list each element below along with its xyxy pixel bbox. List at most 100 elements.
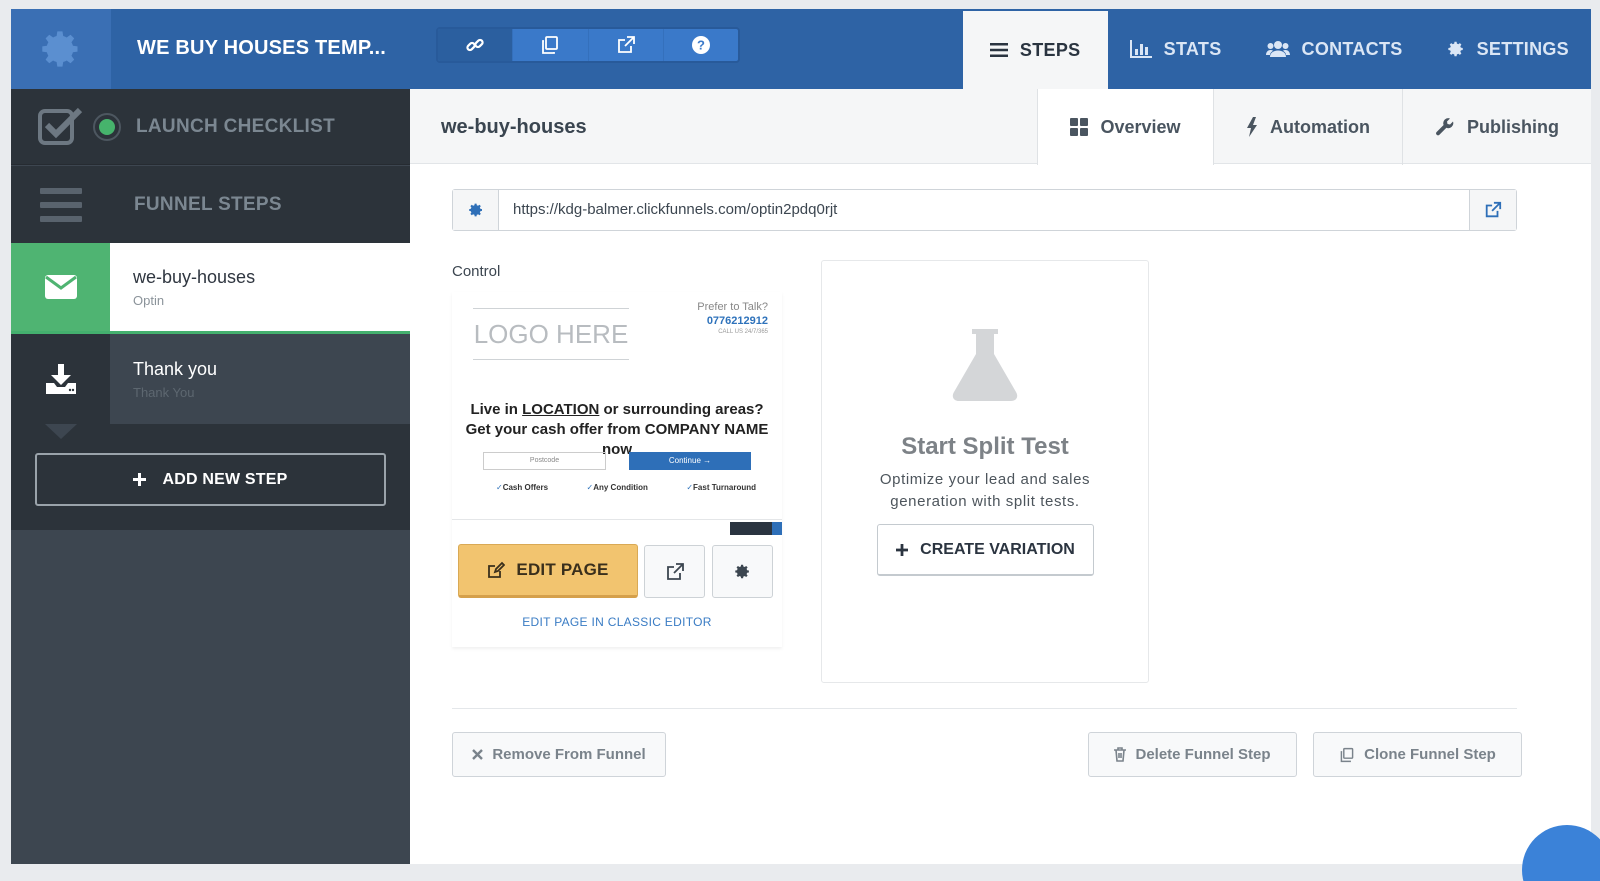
- divider: [452, 708, 1517, 709]
- create-variation-button[interactable]: CREATE VARIATION: [877, 524, 1094, 576]
- open-url-button[interactable]: [1469, 190, 1516, 230]
- sidebar-step-thank-you[interactable]: Thank you Thank You: [11, 334, 410, 424]
- tab-contacts[interactable]: CONTACTS: [1244, 9, 1425, 89]
- url-settings-button[interactable]: [453, 190, 499, 230]
- edit-page-button[interactable]: EDIT PAGE: [458, 544, 638, 598]
- preview-call-note: CALL US 24/7/365: [718, 329, 768, 335]
- step-icon-box: [11, 334, 110, 424]
- help-icon: ?: [691, 36, 710, 54]
- split-test-card: Start Split Test Optimize your lead and …: [821, 260, 1149, 683]
- open-funnel-button[interactable]: [587, 29, 663, 61]
- tab-settings[interactable]: SETTINGS: [1425, 9, 1591, 89]
- users-icon: [1265, 41, 1290, 57]
- preview-features: Cash Offers Any Condition Fast Turnaroun…: [496, 483, 756, 492]
- main-content: we-buy-houses Overview Automation Publis…: [410, 89, 1591, 864]
- plus-icon: [896, 543, 909, 556]
- split-test-desc-line: Optimize your lead and sales: [879, 471, 1091, 488]
- preview-footer-bar: [452, 519, 782, 537]
- step-name: Thank you: [133, 358, 218, 379]
- clone-funnel-button[interactable]: [512, 29, 587, 61]
- main-nav-tabs: STEPS STATS CONTACTS SETTINGS: [962, 9, 1591, 89]
- tab-steps[interactable]: STEPS: [962, 11, 1108, 89]
- tab-publishing[interactable]: Publishing: [1402, 89, 1591, 165]
- external-link-icon: [1485, 201, 1502, 218]
- page-url-input[interactable]: https://kdg-balmer.clickfunnels.com/opti…: [499, 190, 1469, 230]
- step-name: we-buy-houses: [133, 266, 256, 287]
- copy-icon: [542, 36, 559, 54]
- tab-steps-label: STEPS: [1019, 39, 1081, 60]
- gear-icon: [42, 31, 78, 67]
- step-tabs: Overview Automation Publishing: [1037, 89, 1591, 165]
- preview-headline-1a: Live in: [470, 401, 523, 418]
- clone-funnel-step-button[interactable]: Clone Funnel Step: [1313, 732, 1522, 777]
- preview-phone: 0776212912: [706, 315, 768, 327]
- preview-continue-button: Continue →: [629, 452, 751, 470]
- add-new-step-button[interactable]: ADD NEW STEP: [35, 453, 386, 506]
- remove-from-funnel-button[interactable]: Remove From Funnel: [452, 732, 666, 777]
- clone-funnel-step-label: Clone Funnel Step: [1364, 746, 1496, 763]
- funnel-toolbar: ?: [436, 27, 740, 63]
- external-link-icon: [666, 562, 684, 580]
- page-url-bar: https://kdg-balmer.clickfunnels.com/opti…: [452, 189, 1517, 231]
- edit-page-label: EDIT PAGE: [516, 560, 609, 579]
- page-title: we-buy-houses: [441, 116, 587, 138]
- gear-icon: [468, 203, 482, 217]
- bolt-icon: [1247, 117, 1258, 137]
- delete-funnel-step-button[interactable]: Delete Funnel Step: [1088, 732, 1297, 777]
- preview-headline: Live in LOCATION or surrounding areas? G…: [452, 400, 782, 460]
- page-settings-button[interactable]: [712, 545, 773, 598]
- tab-automation[interactable]: Automation: [1213, 89, 1402, 165]
- delete-funnel-step-label: Delete Funnel Step: [1135, 746, 1271, 763]
- create-variation-label: CREATE VARIATION: [920, 540, 1075, 558]
- preview-prefer-talk: Prefer to Talk?: [697, 301, 768, 313]
- preview-feature: Cash Offers: [496, 483, 548, 492]
- funnel-title: WE BUY HOUSES TEMP...: [137, 37, 387, 59]
- menu-icon: [39, 187, 82, 222]
- step-text: we-buy-houses Optin: [110, 267, 255, 308]
- tab-publishing-label: Publishing: [1467, 116, 1559, 137]
- split-test-desc-line: generation with split tests.: [890, 493, 1080, 510]
- funnel-steps-header: FUNNEL STEPS: [11, 166, 410, 243]
- flask-icon: [952, 329, 1018, 401]
- preview-logo: LOGO HERE: [473, 308, 629, 360]
- help-button[interactable]: ?: [662, 29, 738, 61]
- preview-feature: Fast Turnaround: [686, 483, 756, 492]
- envelope-icon: [44, 275, 77, 299]
- preview-postcode-field: Postcode: [483, 452, 606, 470]
- gear-icon: [1447, 41, 1463, 57]
- svg-text:?: ?: [697, 38, 705, 53]
- control-label: Control: [452, 263, 501, 280]
- preview-headline-location: LOCATION: [522, 401, 600, 418]
- copy-link-button[interactable]: [438, 29, 513, 61]
- funnel-settings-button[interactable]: [11, 9, 111, 89]
- clickfunnels-badge: [730, 522, 782, 535]
- preview-feature: Any Condition: [587, 483, 648, 492]
- link-icon: [466, 38, 484, 52]
- checkbox-checked-icon: [37, 107, 82, 145]
- step-type: Thank You: [133, 384, 195, 400]
- wrench-icon: [1436, 118, 1454, 136]
- close-icon: [472, 749, 484, 760]
- split-test-title: Start Split Test: [901, 433, 1069, 460]
- sidebar: LAUNCH CHECKLIST FUNNEL STEPS we-buy-hou…: [11, 89, 410, 864]
- sidebar-step-we-buy-houses[interactable]: we-buy-houses Optin: [11, 243, 410, 350]
- tab-automation-label: Automation: [1270, 116, 1370, 137]
- funnel-steps-icon-box: [11, 166, 110, 243]
- tab-stats[interactable]: STATS: [1108, 9, 1244, 89]
- external-link-icon: [617, 36, 635, 53]
- step-type: Optin: [133, 292, 165, 308]
- plus-icon: [133, 473, 147, 486]
- launch-checklist[interactable]: LAUNCH CHECKLIST: [11, 89, 410, 165]
- bar-chart-icon: [1129, 40, 1152, 58]
- preview-contact: Prefer to Talk? 0776212912 CALL US 24/7/…: [697, 301, 768, 335]
- step-icon-box: [11, 243, 110, 350]
- step-header: we-buy-houses Overview Automation Publis…: [410, 89, 1591, 165]
- list-icon: [989, 43, 1008, 57]
- tab-settings-label: SETTINGS: [1476, 38, 1569, 59]
- preview-headline-1c: or surrounding areas?: [599, 401, 764, 418]
- app-window: WE BUY HOUSES TEMP... ? STEPS STATS CONT…: [11, 9, 1591, 864]
- tab-overview[interactable]: Overview: [1037, 89, 1214, 165]
- classic-editor-link[interactable]: EDIT PAGE IN CLASSIC EDITOR: [452, 615, 782, 629]
- preview-page-button[interactable]: [644, 545, 705, 598]
- tab-overview-label: Overview: [1100, 116, 1181, 137]
